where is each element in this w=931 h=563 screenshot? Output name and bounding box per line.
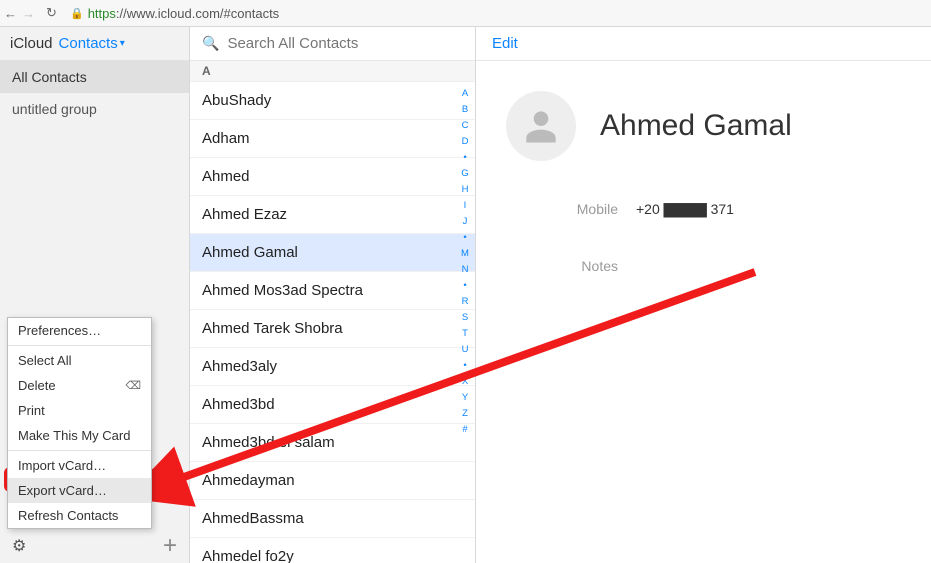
contact-row[interactable]: Ahmedel fo2y — [190, 538, 475, 563]
menu-item-print[interactable]: Print — [8, 398, 151, 423]
menu-item-refresh-contacts[interactable]: Refresh Contacts — [8, 503, 151, 528]
index-letter[interactable]: # — [457, 422, 473, 438]
index-letter[interactable]: N — [457, 262, 473, 278]
url-field[interactable]: https://www.icloud.com/#contacts — [88, 6, 279, 21]
section-header: A — [190, 61, 475, 82]
index-letter[interactable]: U — [457, 342, 473, 358]
index-letter[interactable]: A — [457, 86, 473, 102]
contact-row[interactable]: Ahmedayman — [190, 462, 475, 500]
index-letter[interactable]: H — [457, 182, 473, 198]
contact-row[interactable]: Ahmed Tarek Shobra — [190, 310, 475, 348]
browser-toolbar: ← → ↻ 🔒 https://www.icloud.com/#contacts — [0, 0, 931, 27]
app-root: iCloud Contacts ▾ All Contactsuntitled g… — [0, 27, 931, 563]
index-letter[interactable]: X — [457, 374, 473, 390]
search-icon: 🔍 — [202, 35, 219, 52]
menu-separator — [8, 345, 151, 346]
search-bar: 🔍 — [190, 27, 475, 61]
index-letter[interactable]: D — [457, 134, 473, 150]
app-switcher[interactable]: Contacts — [59, 35, 118, 52]
edit-button[interactable]: Edit — [492, 35, 518, 52]
back-button[interactable]: ← — [0, 6, 18, 21]
person-icon — [519, 104, 563, 148]
detail-body: Ahmed Gamal Mobile +20 ▇▇▇▇ 371 Notes — [476, 61, 931, 274]
contact-row[interactable]: AbuShady — [190, 82, 475, 120]
index-letter[interactable]: S — [457, 310, 473, 326]
group-item[interactable]: All Contacts — [0, 61, 189, 93]
index-letter[interactable]: C — [457, 118, 473, 134]
detail-column: Edit ​ Ahmed Gamal Mobile +20 ▇▇▇▇ 371 N… — [476, 27, 931, 563]
contact-row[interactable]: Ahmed Gamal — [190, 234, 475, 272]
contact-row[interactable]: Ahmed Ezaz — [190, 196, 475, 234]
index-letter[interactable]: Z — [457, 406, 473, 422]
index-letter[interactable]: • — [457, 278, 473, 294]
menu-item-export-vcard[interactable]: Export vCard… — [8, 478, 151, 503]
menu-item-delete[interactable]: Delete⌫ — [8, 373, 151, 398]
contact-row[interactable]: Ahmed Mos3ad Spectra — [190, 272, 475, 310]
group-item[interactable]: untitled group — [0, 93, 189, 125]
reload-button[interactable]: ↻ — [42, 5, 60, 21]
alpha-index[interactable]: ABCD•GHIJ•MN•RSTU•XYZ# — [457, 82, 473, 563]
add-button[interactable]: + — [163, 532, 177, 560]
notes-label: Notes — [506, 258, 636, 274]
brand-label: iCloud — [10, 35, 53, 52]
groups-footer: ⚙ + — [0, 529, 189, 563]
menu-item-preferences[interactable]: Preferences… — [8, 318, 151, 343]
contact-row[interactable]: Ahmed3bd — [190, 386, 475, 424]
contact-row[interactable]: Ahmed — [190, 158, 475, 196]
menu-separator — [8, 450, 151, 451]
gear-icon[interactable]: ⚙ — [12, 536, 26, 556]
index-letter[interactable]: M — [457, 246, 473, 262]
search-input[interactable] — [227, 35, 463, 52]
index-letter[interactable]: I — [457, 198, 473, 214]
forward-button[interactable]: → — [18, 6, 36, 21]
gear-popup-menu: Preferences… Select AllDelete⌫PrintMake T… — [7, 317, 152, 529]
index-letter[interactable]: T — [457, 326, 473, 342]
delete-icon: ⌫ — [125, 379, 141, 392]
avatar — [506, 91, 576, 161]
index-letter[interactable]: • — [457, 358, 473, 374]
menu-item-select-all[interactable]: Select All — [8, 348, 151, 373]
notes-row: Notes — [506, 258, 911, 274]
contact-name: Ahmed Gamal — [600, 109, 792, 143]
phone-row: Mobile +20 ▇▇▇▇ 371 — [506, 201, 911, 218]
contact-row[interactable]: Ahmed3aly — [190, 348, 475, 386]
person-header: Ahmed Gamal — [506, 91, 911, 161]
menu-item-make-this-my-card[interactable]: Make This My Card — [8, 423, 151, 448]
index-letter[interactable]: J — [457, 214, 473, 230]
groups-header: iCloud Contacts ▾ — [0, 27, 189, 61]
groups-list: All Contactsuntitled group — [0, 61, 189, 125]
groups-column: iCloud Contacts ▾ All Contactsuntitled g… — [0, 27, 190, 563]
url-rest: ://www.icloud.com/#contacts — [116, 6, 279, 21]
contacts-column: 🔍 A AbuShadyAdhamAhmedAhmed EzazAhmed Ga… — [190, 27, 476, 563]
mobile-label: Mobile — [506, 201, 636, 218]
index-letter[interactable]: R — [457, 294, 473, 310]
contact-row[interactable]: Adham — [190, 120, 475, 158]
url-scheme: https — [88, 6, 116, 21]
contact-row[interactable]: Ahmed3bd el salam — [190, 424, 475, 462]
menu-item-import-vcard[interactable]: Import vCard… — [8, 453, 151, 478]
index-letter[interactable]: G — [457, 166, 473, 182]
lock-icon: 🔒 — [70, 7, 84, 20]
index-letter[interactable]: • — [457, 150, 473, 166]
contact-row[interactable]: AhmedBassma — [190, 500, 475, 538]
mobile-value[interactable]: +20 ▇▇▇▇ 371 — [636, 201, 734, 218]
index-letter[interactable]: • — [457, 230, 473, 246]
index-letter[interactable]: Y — [457, 390, 473, 406]
detail-header: Edit ​ — [476, 27, 931, 61]
index-letter[interactable]: B — [457, 102, 473, 118]
contacts-list: AbuShadyAdhamAhmedAhmed EzazAhmed GamalA… — [190, 82, 475, 563]
chevron-down-icon[interactable]: ▾ — [120, 38, 125, 49]
